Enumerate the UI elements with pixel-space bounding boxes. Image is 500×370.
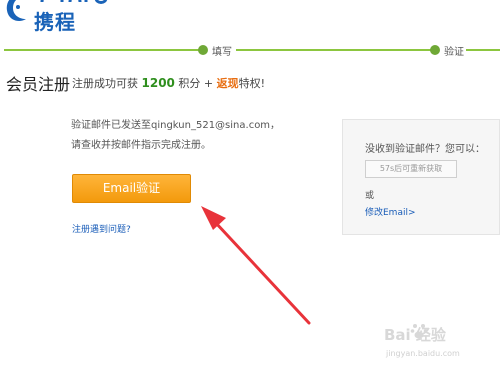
resend-panel-title: 没收到验证邮件？您可以： [365, 144, 485, 155]
progress-step-label-1: 填写 [212, 47, 232, 58]
watermark-main: Bai 经验 [384, 326, 446, 344]
promo-points: 1200 [141, 76, 175, 90]
brand-name: 携程 [34, 10, 76, 34]
progress-line-current [236, 49, 432, 51]
modify-email-link[interactable]: 修改Email> [365, 205, 416, 218]
progress-line-remaining [466, 49, 500, 51]
registration-help-link[interactable]: 注册遇到问题? [72, 222, 131, 235]
registration-progress: 填写 验证 [0, 40, 500, 60]
progress-dot-step-1 [198, 45, 208, 55]
email-verify-button[interactable]: Email验证 [72, 174, 191, 203]
progress-line-completed [4, 49, 204, 51]
promo-suffix: 特权! [238, 77, 266, 90]
promo-points-unit: 积分 [178, 77, 201, 90]
page-title: 会员注册 [6, 75, 71, 94]
ctrip-logo[interactable]: 携程 [0, 0, 130, 34]
promo-cashback: 返现 [216, 77, 239, 90]
promo-prefix: 注册成功可获 [72, 77, 138, 90]
progress-dot-step-2 [430, 45, 440, 55]
resend-countdown-button[interactable]: 57s后可重新获取 [365, 160, 457, 178]
or-label: 或 [365, 191, 375, 201]
progress-step-label-2: 验证 [444, 47, 464, 58]
resend-panel: 没收到验证邮件？您可以： 57s后可重新获取 或 修改Email> [342, 119, 500, 235]
dolphin-logo-icon [6, 0, 26, 22]
watermark-url: jingyan.baidu.com [386, 349, 460, 358]
info-line-1: 验证邮件已发送至qingkun_521@sina.com， [71, 120, 281, 131]
verification-info: 验证邮件已发送至qingkun_521@sina.com， 请查收并按邮件指示完… [71, 116, 280, 156]
baidu-watermark: Bai 经验 jingyan.baidu.com [372, 318, 496, 364]
info-line-2: 请查收并按邮件指示完成注册。 [71, 140, 211, 151]
promo-plus: + [203, 77, 214, 90]
promo-text: 注册成功可获 1200 积分 + 返现特权! [72, 75, 265, 91]
